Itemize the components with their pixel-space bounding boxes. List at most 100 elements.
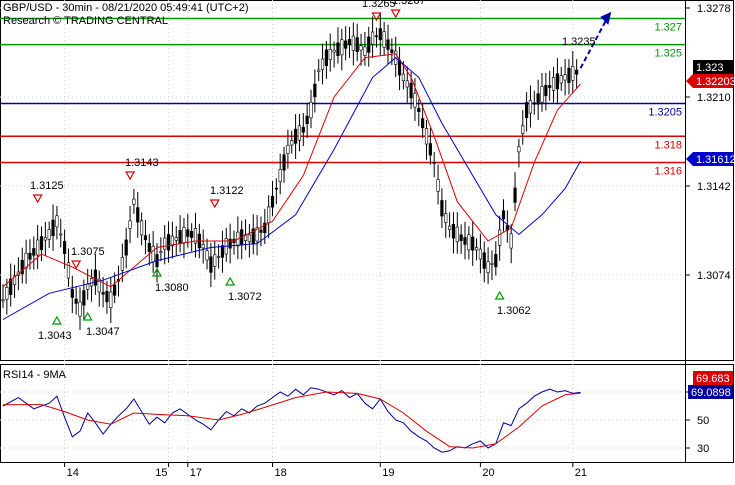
candle-body bbox=[136, 207, 140, 223]
candle-body bbox=[28, 252, 32, 260]
chart-canvas: 1.327 1.325 1.3205 1.318 1.316 1.3125 1.3043 1… bbox=[0, 0, 735, 479]
candle-body bbox=[132, 198, 136, 205]
time-tick-label: 15 bbox=[155, 467, 167, 479]
candle-body bbox=[494, 254, 498, 268]
candle-body bbox=[417, 108, 421, 113]
annotation-label: 1.3080 bbox=[155, 282, 189, 294]
candle-body bbox=[359, 45, 363, 51]
candle-body bbox=[166, 234, 171, 251]
candle-body bbox=[386, 39, 390, 50]
candle-body bbox=[5, 287, 9, 300]
candle-body bbox=[463, 237, 467, 245]
level-label: 1.327 bbox=[654, 21, 682, 33]
candle-body bbox=[409, 82, 413, 99]
candle-body bbox=[347, 39, 352, 45]
candle-body bbox=[459, 234, 463, 241]
candle-body bbox=[440, 200, 444, 217]
candle-body bbox=[344, 40, 348, 49]
candle-body bbox=[551, 77, 556, 91]
candle-body bbox=[559, 75, 563, 84]
candle-body bbox=[247, 234, 252, 243]
candle-body bbox=[498, 229, 502, 246]
candle-body bbox=[432, 162, 436, 164]
rsi-tick-label: 30 bbox=[697, 443, 709, 455]
candle-body bbox=[524, 102, 529, 119]
candle-body bbox=[105, 291, 109, 303]
candle-body bbox=[421, 118, 425, 129]
candle-body bbox=[201, 244, 205, 249]
annotation-label: 1.3122 bbox=[210, 185, 244, 197]
time-axis-labels: 14 15 17 18 19 20 21 bbox=[64, 462, 587, 479]
candle-body bbox=[382, 31, 386, 48]
annotation-label: 1.3072 bbox=[228, 291, 262, 303]
candle-body bbox=[317, 69, 321, 72]
candle-body bbox=[151, 246, 155, 263]
candle-body bbox=[109, 291, 113, 309]
candle-body bbox=[320, 58, 325, 70]
candle-body bbox=[70, 288, 74, 298]
candle-body bbox=[413, 93, 417, 108]
candle-body bbox=[274, 187, 278, 190]
time-tick-label: 21 bbox=[575, 467, 587, 479]
candle-body bbox=[390, 49, 394, 53]
blue-ma-tag: 1.31612 bbox=[696, 154, 735, 166]
candle-body bbox=[313, 83, 317, 98]
candle-body bbox=[532, 102, 536, 105]
candle-body bbox=[521, 125, 525, 134]
annotation-label: 1.3062 bbox=[497, 305, 531, 317]
candle-body bbox=[451, 223, 456, 239]
candle-body bbox=[228, 238, 232, 249]
candle-body bbox=[370, 31, 375, 45]
time-tick-label: 17 bbox=[190, 467, 202, 479]
candle-body bbox=[20, 259, 24, 275]
candle-body bbox=[328, 48, 332, 60]
candle-body bbox=[536, 93, 540, 105]
candle-body bbox=[501, 210, 506, 220]
candle-body bbox=[486, 261, 490, 273]
candle-body bbox=[36, 239, 40, 256]
candle-body bbox=[301, 126, 305, 133]
candle-body bbox=[163, 237, 167, 250]
rsi-panel bbox=[0, 364, 734, 463]
candle-body bbox=[436, 179, 440, 192]
candle-body bbox=[363, 46, 367, 56]
candle-body bbox=[55, 215, 59, 228]
candle-body bbox=[293, 128, 298, 144]
candle-body bbox=[278, 169, 282, 183]
level-label: 1.325 bbox=[654, 48, 682, 60]
chart-subtitle: Research © TRADING CENTRAL bbox=[3, 15, 168, 27]
annotation-label: 1.3047 bbox=[86, 326, 120, 338]
candle-body bbox=[217, 256, 221, 258]
time-tick-label: 20 bbox=[482, 467, 494, 479]
candle-body bbox=[544, 85, 548, 96]
candle-body bbox=[490, 263, 494, 265]
ma-price-tag: 1.32203 bbox=[696, 76, 735, 88]
candle-body bbox=[367, 36, 371, 53]
annotation-label: 1.3043 bbox=[38, 330, 72, 342]
candle-body bbox=[305, 115, 309, 125]
current-price-tag: 1.323 bbox=[696, 62, 724, 74]
candle-body bbox=[190, 231, 194, 238]
rsi-label: RSI14 - 9MA bbox=[3, 369, 67, 381]
candle-body bbox=[297, 125, 302, 141]
annotation-label: 1.3075 bbox=[71, 246, 105, 258]
candle-body bbox=[209, 256, 213, 273]
candle-body bbox=[401, 73, 406, 82]
candle-body bbox=[213, 254, 217, 267]
candle-body bbox=[86, 283, 90, 290]
candle-body bbox=[309, 102, 313, 119]
level-label: 1.3205 bbox=[648, 107, 682, 119]
candle-body bbox=[424, 128, 429, 145]
candle-body bbox=[101, 292, 105, 295]
candle-body bbox=[205, 250, 209, 261]
candle-body bbox=[1, 299, 5, 302]
price-tick-label: 1.3278 bbox=[697, 3, 731, 15]
candle-body bbox=[286, 144, 290, 154]
candle-body bbox=[548, 85, 552, 88]
candle-body bbox=[374, 35, 379, 38]
candle-body bbox=[143, 235, 148, 241]
price-tick-label: 1.3142 bbox=[697, 181, 731, 193]
candle-body bbox=[509, 233, 513, 249]
time-tick-label: 19 bbox=[382, 467, 394, 479]
candle-body bbox=[43, 237, 47, 241]
